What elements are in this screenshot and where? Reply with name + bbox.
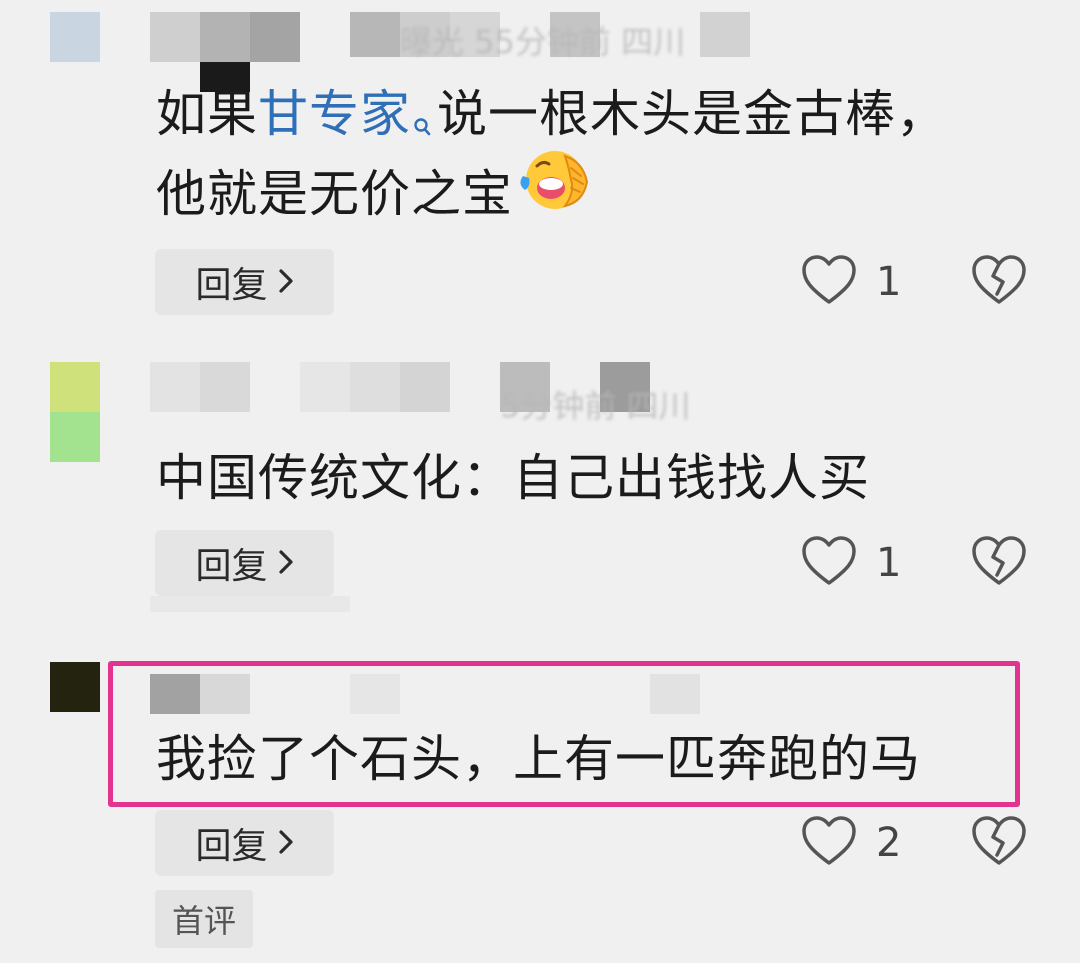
heart-outline-icon[interactable]	[800, 254, 858, 310]
like-button[interactable]: 1	[800, 530, 901, 596]
comment-text-line2-content: 他就是无价之宝	[156, 165, 513, 223]
reply-label: 回复	[195, 826, 268, 867]
chevron-right-icon	[278, 262, 294, 303]
dislike-button[interactable]	[970, 249, 1028, 315]
avatar[interactable]	[50, 12, 100, 62]
mention-link[interactable]: 甘专家	[258, 85, 411, 143]
reply-shadow	[150, 596, 350, 612]
dislike-button[interactable]	[970, 810, 1028, 876]
comment-text-after: 说一根木头是金古棒，	[437, 85, 947, 143]
broken-heart-icon[interactable]	[970, 254, 1028, 310]
heart-outline-icon[interactable]	[800, 535, 858, 591]
heart-outline-icon[interactable]	[800, 815, 858, 871]
broken-heart-icon[interactable]	[970, 815, 1028, 871]
dislike-button[interactable]	[970, 530, 1028, 596]
like-button[interactable]: 2	[800, 810, 901, 876]
highlight-box	[108, 661, 1020, 807]
comment-meta: 5分钟前 四川	[500, 387, 691, 425]
reply-button[interactable]: 回复	[155, 530, 334, 596]
broken-heart-icon[interactable]	[970, 535, 1028, 591]
like-count: 1	[876, 259, 902, 305]
reply-button[interactable]: 回复	[155, 810, 334, 876]
chevron-right-icon	[278, 823, 294, 864]
avatar[interactable]	[50, 662, 100, 712]
reply-label: 回复	[195, 546, 268, 587]
username-blurred[interactable]	[150, 362, 250, 412]
reply-button[interactable]: 回复	[155, 249, 334, 315]
username-blurred[interactable]	[150, 12, 300, 92]
comment-text-line2: 他就是无价之宝	[156, 151, 597, 237]
comment-text-before: 如果	[156, 85, 258, 143]
chevron-right-icon	[278, 543, 294, 584]
like-count: 1	[876, 540, 902, 586]
reply-label: 回复	[195, 265, 268, 306]
avatar[interactable]	[50, 362, 100, 462]
like-count: 2	[876, 820, 902, 866]
comment-text: 中国传统文化：自己出钱找人买	[156, 449, 870, 507]
first-comment-badge: 首评	[155, 890, 253, 948]
like-button[interactable]: 1	[800, 249, 901, 315]
comment-meta: 曝光 55分钟前 四川	[400, 23, 686, 61]
laughing-crying-emoji-icon	[517, 146, 597, 237]
